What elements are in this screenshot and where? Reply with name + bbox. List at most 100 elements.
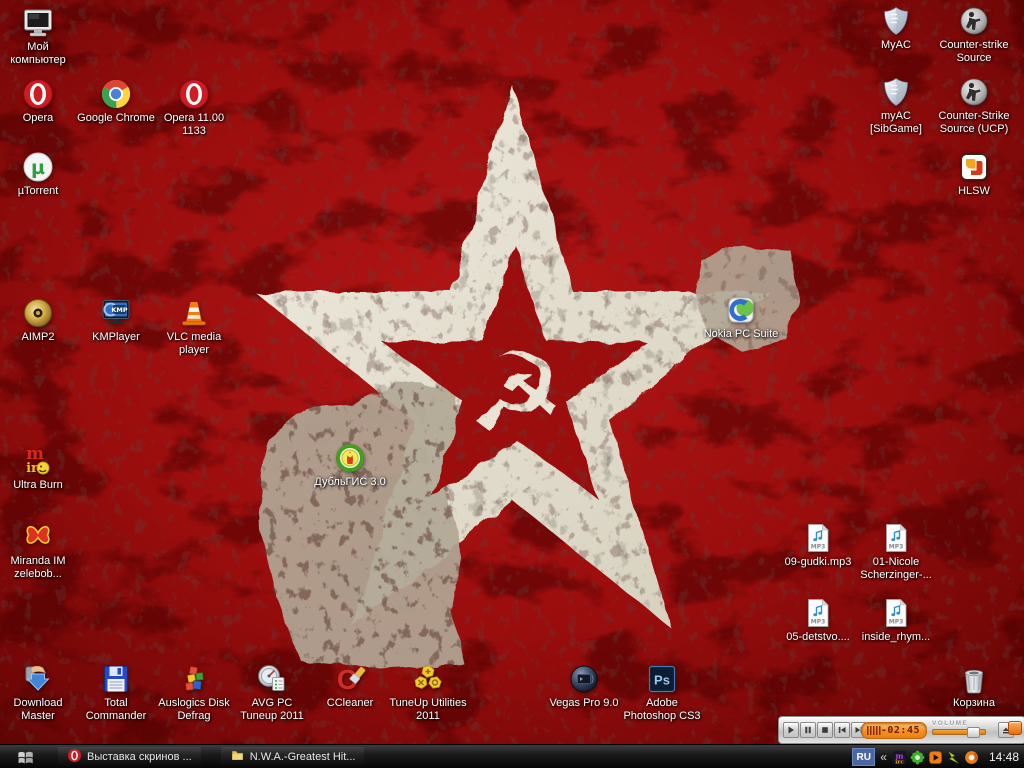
opera-11-icon — [177, 77, 211, 111]
counter-strike-source-icon: css — [957, 4, 991, 38]
desktop-icon-my-computer[interactable]: Мой компьютер — [0, 6, 77, 67]
pause-button[interactable] — [800, 722, 816, 738]
taskbar-button-task-opera[interactable]: Выставка скринов ... — [58, 747, 201, 767]
stop-button[interactable] — [817, 722, 833, 738]
desktop-icon-mp3-inside[interactable]: MP3inside_rhym... — [857, 596, 935, 644]
mirc-tray-icon[interactable]: mirc — [892, 750, 907, 765]
language-indicator[interactable]: RU — [852, 748, 875, 766]
mp3-inside-icon: MP3 — [879, 596, 913, 630]
spectrum-bars-icon — [867, 726, 881, 735]
myac-sibgame-icon — [879, 75, 913, 109]
desktop-icon-nokia-pc-suite[interactable]: Nokia PC Suite — [702, 293, 780, 341]
avg-pc-tuneup-icon — [255, 662, 289, 696]
desktop-icon-vlc[interactable]: VLC media player — [155, 296, 233, 357]
desktop-icon-myac[interactable]: MyAC — [857, 4, 935, 52]
desktop-icon-mp3-gudki[interactable]: MP309-gudki.mp3 — [779, 521, 857, 569]
desktop-icon-ultra-burn[interactable]: mirUltra Burn — [0, 444, 77, 492]
desktop-icon-recycle-bin[interactable]: Корзина — [935, 662, 1013, 710]
system-tray: RU « mirc 14:48 — [852, 745, 1024, 768]
icq-tray-icon[interactable] — [910, 750, 925, 765]
player-lcd: -02:45 — [861, 722, 927, 739]
nokia-pc-suite-icon — [724, 293, 758, 327]
tuneup-utilities-label: TuneUp Utilities 2011 — [389, 697, 467, 723]
desktop-icon-mp3-nicole[interactable]: MP301-Nicole Scherzinger-... — [857, 521, 935, 582]
tuneup-utilities-icon — [411, 662, 445, 696]
desktop-icon-miranda-im[interactable]: Miranda IM zelebob... — [0, 520, 77, 581]
counter-strike-source-ucp-icon: css — [957, 75, 991, 109]
svg-text:MP3: MP3 — [811, 544, 826, 551]
svg-text:css: css — [984, 8, 990, 13]
counter-strike-source-ucp-label: Counter-Strike Source (UCP) — [935, 110, 1013, 136]
aimp2-label: AIMP2 — [0, 331, 77, 344]
utorrent-label: µTorrent — [0, 185, 77, 198]
mp3-gudki-icon: MP3 — [801, 521, 835, 555]
folder-icon — [230, 748, 245, 766]
desktop-icon-utorrent[interactable]: µ µTorrent — [0, 150, 77, 198]
desktop-icon-myac-sibgame[interactable]: myAC [SibGame] — [857, 75, 935, 136]
mp3-nicole-label: 01-Nicole Scherzinger-... — [857, 556, 935, 582]
ultra-burn-label: Ultra Burn — [0, 479, 77, 492]
taskbar-button-task-folder[interactable]: N.W.A.-Greatest Hit... — [221, 747, 365, 767]
desktop-icon-aimp2[interactable]: AIMP2 — [0, 296, 77, 344]
desktop-icon-opera-11[interactable]: Opera 11.00 1133 — [155, 77, 233, 138]
mp3-inside-label: inside_rhym... — [857, 631, 935, 644]
play-button[interactable] — [783, 722, 799, 738]
aimp2-icon — [21, 296, 55, 330]
mp3-nicole-icon: MP3 — [879, 521, 913, 555]
desktop-icon-vegas-pro[interactable]: Vegas Pro 9.0 — [545, 662, 623, 710]
dublgis-icon — [333, 441, 367, 475]
desktop: ☭ Мой компьютерOperaGoogle ChromeOpera 1… — [0, 0, 1024, 768]
svg-text:ir: ir — [26, 461, 38, 476]
download-master-icon — [21, 662, 55, 696]
player-time: -02:45 — [881, 725, 926, 736]
dublgis-label: ДубльГИС 3.0 — [311, 476, 389, 489]
desktop-icon-photoshop-cs3[interactable]: Ps Adobe Photoshop CS3 — [623, 662, 701, 723]
volume-slider[interactable] — [932, 729, 986, 735]
svg-text:css: css — [984, 79, 990, 84]
desktop-icon-counter-strike-source[interactable]: css Counter-strike Source — [935, 4, 1013, 65]
svg-text:MP3: MP3 — [811, 619, 826, 626]
recycle-bin-icon — [957, 662, 991, 696]
desktop-icon-kmplayer[interactable]: KMPKMPlayer — [77, 296, 155, 344]
desktop-icon-opera[interactable]: Opera — [0, 77, 77, 125]
desktop-icon-avg-pc-tuneup[interactable]: AVG PC Tuneup 2011 — [233, 662, 311, 723]
tray-chevron[interactable]: « — [880, 750, 887, 764]
player-corner-button[interactable] — [1008, 721, 1022, 735]
desktop-icon-auslogics-disk-defrag[interactable]: Auslogics Disk Defrag — [155, 662, 233, 723]
mp3-detstvo-icon: MP3 — [801, 596, 835, 630]
desktop-icon-counter-strike-source-ucp[interactable]: css Counter-Strike Source (UCP) — [935, 75, 1013, 136]
kmplayer-tray-icon[interactable] — [928, 750, 943, 765]
volume-thumb[interactable] — [967, 727, 980, 738]
my-computer-label: Мой компьютер — [0, 41, 77, 67]
vlc-label: VLC media player — [155, 331, 233, 357]
windows-flag-icon — [17, 749, 41, 766]
counter-strike-source-label: Counter-strike Source — [935, 39, 1013, 65]
desktop-icon-ccleaner[interactable]: CCCleaner — [311, 662, 389, 710]
desktop-icon-tuneup-utilities[interactable]: TuneUp Utilities 2011 — [389, 662, 467, 723]
mini-player: -02:45 VOLUME — [778, 716, 1024, 744]
desktop-icon-download-master[interactable]: Download Master — [0, 662, 77, 723]
myac-icon — [879, 4, 913, 38]
miranda-im-label: Miranda IM zelebob... — [0, 555, 77, 581]
svg-text:KMP: KMP — [111, 306, 128, 314]
auslogics-disk-defrag-label: Auslogics Disk Defrag — [155, 697, 233, 723]
svg-text:Ps: Ps — [654, 673, 670, 688]
desktop-icon-dublgis[interactable]: ДубльГИС 3.0 — [311, 441, 389, 489]
volume-control: VOLUME — [932, 720, 992, 735]
vegas-pro-label: Vegas Pro 9.0 — [545, 697, 623, 710]
download-master-tray-icon[interactable] — [946, 750, 961, 765]
prev-button[interactable] — [834, 722, 850, 738]
myac-sibgame-label: myAC [SibGame] — [857, 110, 935, 136]
desktop-icon-hlsw[interactable]: HLSW — [935, 150, 1013, 198]
svg-text:µ: µ — [31, 157, 45, 179]
desktop-icon-mp3-detstvo[interactable]: MP305-detstvo.... — [779, 596, 857, 644]
desktop-icon-total-commander[interactable]: Total Commander — [77, 662, 155, 723]
desktop-icon-google-chrome[interactable]: Google Chrome — [77, 77, 155, 125]
opera-tray-icon[interactable] — [964, 750, 979, 765]
taskbar-button-label: N.W.A.-Greatest Hit... — [250, 751, 356, 763]
start-button[interactable] — [0, 745, 58, 768]
player-controls — [783, 722, 867, 738]
ultra-burn-icon: mir — [21, 444, 55, 478]
photoshop-cs3-label: Adobe Photoshop CS3 — [623, 697, 701, 723]
taskbar-clock[interactable]: 14:48 — [989, 750, 1019, 764]
